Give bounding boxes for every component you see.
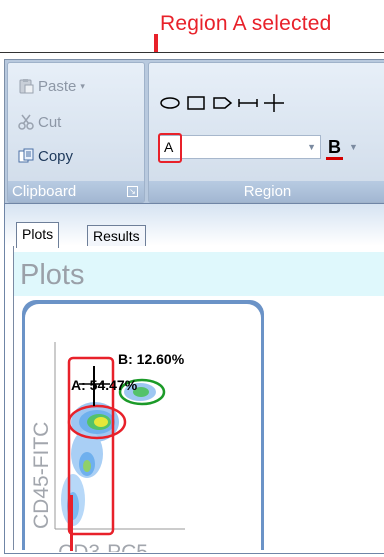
tab-bar: Plots Results — [5, 204, 384, 248]
paste-dropdown-icon: ▾ — [80, 80, 85, 91]
tab-plots[interactable]: Plots — [16, 222, 60, 248]
clipboard-caption-label: Clipboard — [12, 183, 77, 200]
region-color-button[interactable]: B ▼ — [326, 135, 378, 160]
region-select-value: A — [164, 139, 174, 155]
polygon-tool-button[interactable] — [211, 92, 233, 114]
shape-toolbar — [159, 91, 285, 115]
paste-icon — [18, 78, 34, 94]
range-tool-button[interactable] — [237, 92, 259, 114]
plots-panel: Plots B: 12.60% A: 54.47% CD45-FITC — [13, 246, 384, 557]
copy-label: Copy — [38, 147, 74, 165]
horizontal-range-icon — [238, 99, 258, 107]
cut-label: Cut — [38, 113, 62, 131]
gate-a-label: A: 54.47% — [71, 377, 138, 393]
tab-plots-label: Plots — [22, 226, 54, 242]
scatter-plot[interactable]: B: 12.60% A: 54.47% CD3-PC5 CD45-FITC — [25, 304, 261, 557]
plots-header: Plots — [14, 252, 384, 296]
clipboard-group: Paste ▾ Cut Copy Clipboard ↘ — [7, 62, 145, 203]
rectangle-icon — [187, 96, 205, 110]
dialog-launcher-icon[interactable]: ↘ — [127, 186, 138, 197]
polygon-icon — [213, 97, 233, 109]
rectangle-tool-button[interactable] — [185, 92, 207, 114]
application-window: Paste ▾ Cut Copy Clipboard ↘ A ▼ B ▼ Reg… — [0, 52, 384, 557]
ellipse-icon — [160, 97, 180, 109]
document-area: Plots Results Plots B: 12.60% A: 54.47% … — [4, 203, 384, 557]
tab-results[interactable]: Results — [87, 225, 146, 247]
region-select[interactable]: A ▼ — [158, 133, 321, 163]
annotation-label: Region A selected — [160, 12, 332, 35]
clipboard-caption: Clipboard ↘ — [8, 181, 144, 202]
copy-icon — [18, 148, 34, 164]
paste-button[interactable]: Paste ▾ — [18, 75, 85, 97]
ribbon: Paste ▾ Cut Copy Clipboard ↘ A ▼ B ▼ Reg… — [4, 59, 384, 204]
annotation-pointer-bottom — [70, 495, 73, 551]
plots-title: Plots — [20, 259, 85, 291]
region-group: A ▼ B ▼ Region — [148, 62, 384, 203]
paste-label: Paste — [38, 77, 77, 95]
ellipse-tool-button[interactable] — [159, 92, 181, 114]
scissors-icon — [18, 114, 34, 130]
region-color-dropdown-icon[interactable]: ▼ — [349, 142, 358, 152]
crosshair-tool-button[interactable] — [263, 92, 285, 114]
crosshair-icon — [264, 94, 284, 112]
copy-button[interactable]: Copy — [18, 145, 73, 167]
region-select-arrow-icon[interactable]: ▼ — [307, 136, 316, 158]
plot-card[interactable]: B: 12.60% A: 54.47% CD3-PC5 CD45-FITC — [25, 304, 261, 557]
gate-b-label: B: 12.60% — [118, 351, 185, 367]
tab-results-label: Results — [93, 228, 140, 244]
region-caption: Region — [149, 181, 384, 202]
font-color-icon: B — [326, 136, 343, 160]
y-axis-label: CD45-FITC — [30, 422, 53, 529]
cut-button[interactable]: Cut — [18, 111, 61, 133]
plot-frame: B: 12.60% A: 54.47% CD3-PC5 CD45-FITC — [22, 300, 264, 557]
